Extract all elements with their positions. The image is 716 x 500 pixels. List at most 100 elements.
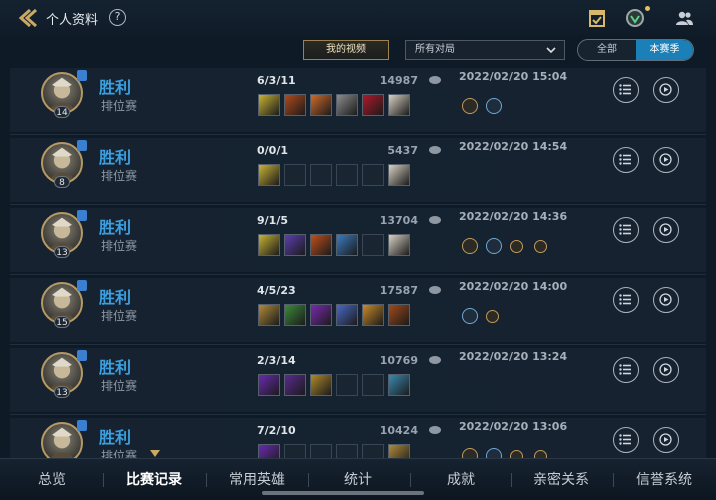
calendar-check-icon[interactable] xyxy=(587,8,607,28)
friends-icon[interactable] xyxy=(674,8,694,28)
item-slot-icon xyxy=(284,164,306,186)
replay-button[interactable] xyxy=(653,357,679,383)
play-icon xyxy=(659,293,672,306)
match-type-select[interactable]: 所有对局 xyxy=(405,40,565,60)
notification-dot xyxy=(645,6,650,11)
detail-list-button[interactable] xyxy=(613,357,639,383)
kda: 4/5/23 xyxy=(257,284,296,297)
detail-list-button[interactable] xyxy=(613,217,639,243)
match-time: 2022/02/20 13:24 xyxy=(459,350,568,363)
rank-badge-icon xyxy=(77,140,87,151)
item-slot-icon xyxy=(362,94,384,116)
item-slot-icon xyxy=(336,234,358,256)
chevron-down-icon xyxy=(546,47,556,54)
match-row[interactable]: 13 胜利 排位赛 9/1/5 13704 2022/02/20 14:36 xyxy=(10,208,706,275)
match-time: 2022/02/20 14:54 xyxy=(459,140,568,153)
gold-coin-icon xyxy=(429,76,441,84)
match-result: 胜利 xyxy=(99,288,132,307)
list-icon xyxy=(619,364,631,375)
achievement-badge-icon xyxy=(486,310,499,323)
play-icon xyxy=(659,83,672,96)
rank-badge-icon xyxy=(77,350,87,361)
nav-divider xyxy=(307,473,309,487)
item-slot-icon xyxy=(310,164,332,186)
match-time: 2022/02/20 13:06 xyxy=(459,420,568,433)
achievement-badge-icon xyxy=(534,240,547,253)
item-slot-icon xyxy=(336,164,358,186)
gold-coin-icon xyxy=(429,286,441,294)
item-slot-icon xyxy=(336,304,358,326)
match-row[interactable]: 14 胜利 排位赛 6/3/11 14987 2022/02/20 15:04 xyxy=(10,68,706,135)
kda: 6/3/11 xyxy=(257,74,296,87)
item-slot-icon xyxy=(258,304,280,326)
item-slot-icon xyxy=(362,234,384,256)
achievement-badge-icon xyxy=(510,240,523,253)
hero-level: 13 xyxy=(54,386,70,398)
season-toggle[interactable]: 全部 本赛季 xyxy=(577,39,694,61)
rank-badge-icon xyxy=(77,280,87,291)
play-icon xyxy=(659,223,672,236)
gold-coin-icon xyxy=(429,426,441,434)
nav-tab[interactable]: 比赛记录 xyxy=(104,459,204,500)
match-mode: 排位赛 xyxy=(101,239,138,253)
match-result: 胜利 xyxy=(99,358,132,377)
gold-amount: 14987 xyxy=(379,74,418,87)
nav-tab[interactable]: 亲密关系 xyxy=(511,459,611,500)
item-slot-icon xyxy=(362,374,384,396)
item-slot-icon xyxy=(388,94,410,116)
item-slot-icon xyxy=(284,304,306,326)
scrollbar[interactable] xyxy=(262,491,424,495)
gold-coin-icon xyxy=(429,356,441,364)
item-slot-icon xyxy=(388,374,410,396)
kda: 9/1/5 xyxy=(257,214,288,227)
nav-tab[interactable]: 信誉系统 xyxy=(614,459,714,500)
replay-button[interactable] xyxy=(653,217,679,243)
hero-level: 15 xyxy=(54,316,70,328)
item-slot-icon xyxy=(388,164,410,186)
gold-amount: 5437 xyxy=(387,144,418,157)
help-icon[interactable]: ? xyxy=(109,9,126,26)
achievement-badge-icon xyxy=(462,308,478,324)
my-videos-button[interactable]: 我的视频 xyxy=(303,40,389,60)
toggle-all[interactable]: 全部 xyxy=(578,40,636,60)
achievement-badge-icon xyxy=(462,238,478,254)
profile-emblem-icon[interactable] xyxy=(625,8,645,28)
match-row[interactable]: 13 胜利 排位赛 2/3/14 10769 2022/02/20 13:24 xyxy=(10,348,706,415)
play-icon xyxy=(659,433,672,446)
hero-level: 13 xyxy=(54,246,70,258)
item-slot-icon xyxy=(388,234,410,256)
rank-badge-icon xyxy=(77,210,87,221)
match-result: 胜利 xyxy=(99,78,132,97)
match-row[interactable]: 8 胜利 排位赛 0/0/1 5437 2022/02/20 14:54 xyxy=(10,138,706,205)
item-slot-icon xyxy=(284,374,306,396)
item-slot-icon xyxy=(284,234,306,256)
match-result: 胜利 xyxy=(99,218,132,237)
replay-button[interactable] xyxy=(653,287,679,313)
achievement-badge-icon xyxy=(486,238,502,254)
replay-button[interactable] xyxy=(653,427,679,453)
detail-list-button[interactable] xyxy=(613,77,639,103)
item-slot-icon xyxy=(362,304,384,326)
kda: 0/0/1 xyxy=(257,144,288,157)
gold-amount: 17587 xyxy=(379,284,418,297)
detail-list-button[interactable] xyxy=(613,287,639,313)
match-row[interactable]: 15 胜利 排位赛 4/5/23 17587 2022/02/20 14:00 xyxy=(10,278,706,345)
detail-list-button[interactable] xyxy=(613,427,639,453)
toggle-this-season[interactable]: 本赛季 xyxy=(636,40,693,60)
replay-button[interactable] xyxy=(653,147,679,173)
item-slot-icon xyxy=(310,234,332,256)
replay-button[interactable] xyxy=(653,77,679,103)
nav-tab[interactable]: 成就 xyxy=(421,459,501,500)
kda: 2/3/14 xyxy=(257,354,296,367)
nav-tab[interactable]: 总览 xyxy=(12,459,92,500)
gold-coin-icon xyxy=(429,146,441,154)
back-arrow-icon[interactable] xyxy=(16,8,40,28)
match-mode: 排位赛 xyxy=(101,99,138,113)
match-type-value: 所有对局 xyxy=(415,44,455,55)
list-icon xyxy=(619,154,631,165)
active-tab-indicator-icon xyxy=(150,450,160,457)
item-slot-icon xyxy=(258,164,280,186)
detail-list-button[interactable] xyxy=(613,147,639,173)
match-result: 胜利 xyxy=(99,428,132,447)
kda: 7/2/10 xyxy=(257,424,296,437)
